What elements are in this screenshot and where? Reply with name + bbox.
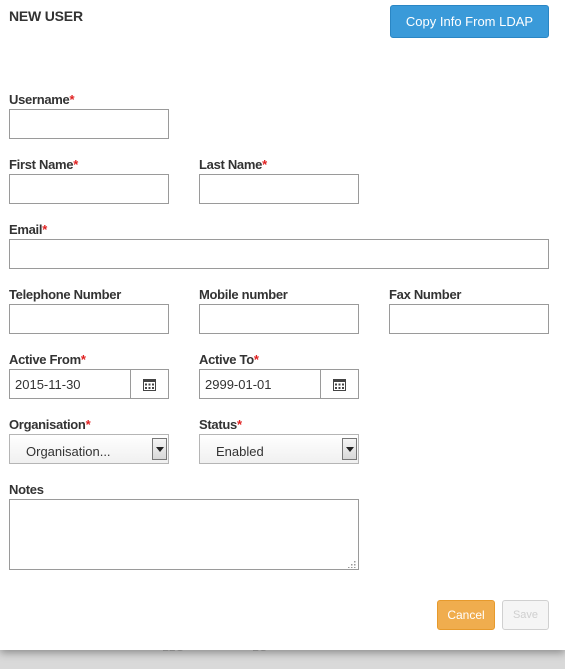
required-marker: * [253,352,259,367]
active-from-label: Active From* [9,352,86,367]
fax-label: Fax Number [389,287,462,302]
resize-grip-icon[interactable] [347,558,357,568]
chevron-down-icon[interactable] [152,438,167,460]
required-marker: * [262,157,267,172]
status-select[interactable]: Enabled [199,434,359,464]
required-marker: * [42,222,47,237]
notes-textarea[interactable] [9,499,359,570]
active-to-label: Active To* [199,352,259,367]
mobile-label: Mobile number [199,287,288,302]
required-marker: * [69,92,75,107]
mobile-input[interactable] [199,304,359,334]
required-marker: * [73,157,78,172]
notes-label: Notes [9,482,44,497]
username-input[interactable] [9,109,169,139]
fax-input[interactable] [389,304,549,334]
telephone-label: Telephone Number [9,287,121,302]
last-name-input[interactable] [199,174,359,204]
cancel-button[interactable]: Cancel [437,600,495,630]
required-marker: * [80,352,86,367]
modal-title: NEW USER [9,8,83,24]
save-button[interactable]: Save [502,600,549,630]
first-name-input[interactable] [9,174,169,204]
calendar-icon[interactable] [320,370,358,398]
active-from-value[interactable]: 2015-11-30 [15,377,81,392]
username-label: Username* [9,92,75,107]
email-input[interactable] [9,239,549,269]
organisation-label: Organisation* [9,417,91,432]
calendar-icon[interactable] [130,370,168,398]
new-user-modal: NEW USER Copy Info From LDAP Username* F… [0,0,565,650]
status-selected-value: Enabled [216,444,264,459]
email-label: Email* [9,222,47,237]
status-label: Status* [199,417,242,432]
required-marker: * [236,417,242,432]
organisation-selected-value: Organisation... [26,444,111,459]
active-to-value[interactable]: 2999-01-01 [205,377,272,392]
required-marker: * [85,417,91,432]
telephone-input[interactable] [9,304,169,334]
first-name-label: First Name* [9,157,78,172]
last-name-label: Last Name* [199,157,267,172]
organisation-select[interactable]: Organisation... [9,434,169,464]
active-from-field[interactable]: 2015-11-30 [9,369,169,399]
copy-ldap-button[interactable]: Copy Info From LDAP [390,5,549,38]
active-to-field[interactable]: 2999-01-01 [199,369,359,399]
chevron-down-icon[interactable] [342,438,357,460]
